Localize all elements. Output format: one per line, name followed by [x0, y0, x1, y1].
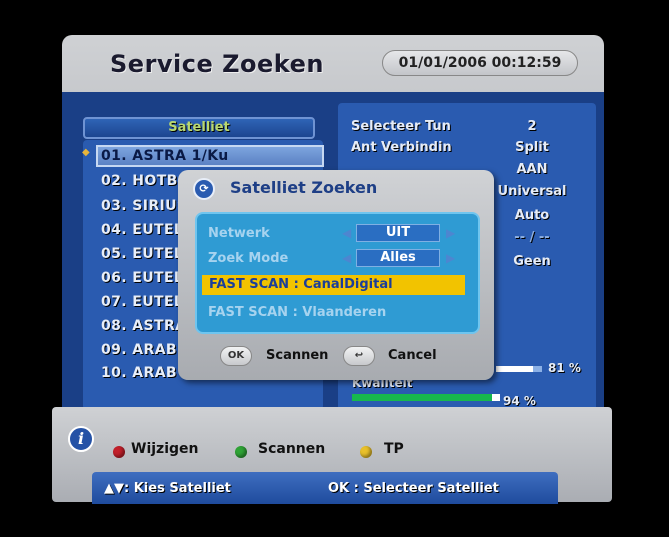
help-select-text: OK : Selecteer Satelliet [328, 481, 499, 496]
ok-key-icon: OK [220, 346, 252, 366]
yellow-key-label[interactable]: TP [384, 441, 404, 457]
info-value: Geen [513, 254, 551, 269]
fast-scan-vlaanderen-option[interactable]: FAST SCAN : Vlaanderen [208, 305, 386, 320]
green-key-label[interactable]: Scannen [258, 441, 325, 457]
satellite-item[interactable]: 08. ASTRA [101, 315, 186, 337]
network-select[interactable]: UIT [356, 224, 440, 242]
arrow-left-icon[interactable]: ◀ [342, 251, 351, 265]
info-label: Selecteer Tun [351, 119, 451, 134]
satellite-item[interactable]: 10. ARAB [101, 362, 177, 384]
search-icon: ⟳ [193, 178, 215, 200]
quality-value: 94 % [503, 394, 536, 408]
dialog-title: Satelliet Zoeken [230, 178, 378, 197]
signal-strength-bar [496, 366, 542, 372]
search-mode-select[interactable]: Alles [356, 249, 440, 267]
satellite-list-header: Satelliet [83, 117, 315, 139]
info-label: Ant Verbindin [351, 140, 452, 155]
info-value: Universal [497, 184, 567, 199]
help-navigate-text: ▲▼: Kies Satelliet [104, 481, 231, 496]
page-title: Service Zoeken [110, 50, 324, 78]
cancel-button[interactable]: Cancel [388, 348, 437, 363]
datetime-display: 01/01/2006 00:12:59 [382, 50, 578, 76]
arrow-left-icon[interactable]: ◀ [342, 226, 351, 240]
quality-bar-end [492, 394, 500, 401]
info-icon: i [68, 426, 94, 452]
yellow-key-icon [360, 446, 372, 458]
info-value: 2 [527, 119, 537, 134]
satellite-item[interactable]: 01. ASTRA 1/Ku [96, 145, 324, 167]
arrow-right-icon[interactable]: ▶ [446, 251, 455, 265]
arrow-right-icon[interactable]: ▶ [446, 226, 455, 240]
satellite-item[interactable]: 05. EUTEL [101, 243, 183, 265]
satellite-item[interactable]: 02. HOTB [101, 170, 178, 192]
quality-bar [352, 394, 492, 401]
satellite-item[interactable]: 06. EUTEL [101, 267, 183, 289]
back-key-icon: ↩ [343, 346, 375, 366]
satellite-item[interactable]: 04. EUTEL [101, 219, 183, 241]
info-value: AAN [516, 162, 548, 177]
scan-button[interactable]: Scannen [266, 348, 328, 363]
info-value: -- / -- [514, 230, 550, 245]
search-mode-label: Zoek Mode [208, 251, 289, 266]
service-search-screen: Service Zoeken 01/01/2006 00:12:59 Satel… [0, 0, 669, 537]
satellite-item[interactable]: 03. SIRIUS [101, 195, 187, 217]
satellite-item[interactable]: 09. ARAB [101, 339, 177, 361]
selection-marker-icon: ◆ [82, 147, 90, 158]
signal-strength-value: 81 % [548, 361, 581, 375]
signal-strength-fill [496, 366, 534, 372]
red-key-icon [113, 446, 125, 458]
red-key-label[interactable]: Wijzigen [131, 441, 198, 457]
satellite-item[interactable]: 07. EUTEL [101, 291, 183, 313]
network-label: Netwerk [208, 226, 270, 241]
info-value: Auto [514, 208, 550, 223]
fast-scan-canaldigital-option[interactable]: FAST SCAN : CanalDigital [202, 275, 465, 295]
green-key-icon [235, 446, 247, 458]
info-value: Split [515, 140, 549, 155]
